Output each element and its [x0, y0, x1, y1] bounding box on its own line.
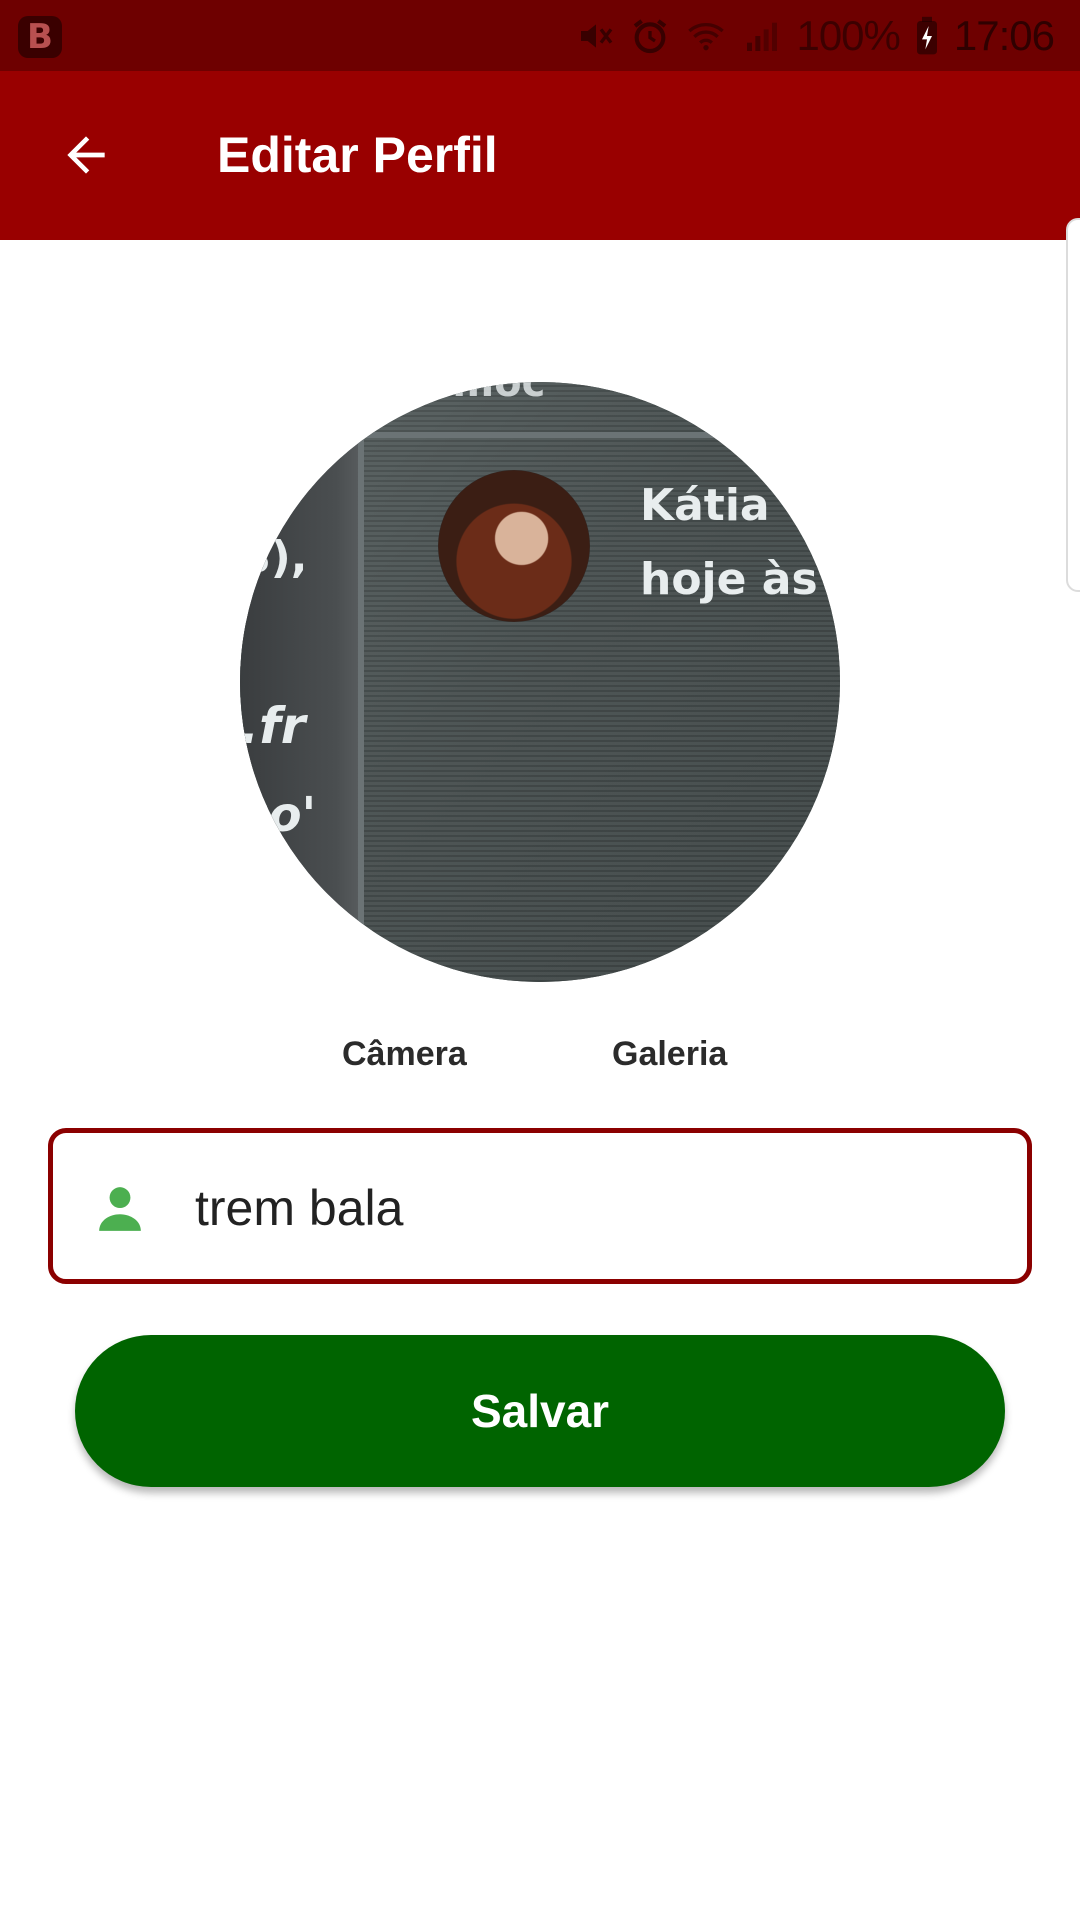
edit-profile-screen: B 100% 17:06 Editar Perfil n moc Kátia h… — [0, 0, 1080, 1920]
avatar-photo-left-pane — [240, 382, 360, 982]
avatar-photo-text-line2: hoje às — [640, 554, 818, 605]
edge-panel-handle[interactable] — [1066, 218, 1080, 592]
battery-charging-icon — [914, 16, 940, 56]
save-button[interactable]: Salvar — [75, 1335, 1005, 1487]
back-button[interactable] — [46, 115, 126, 195]
avatar-photo-text-line1: Kátia — [640, 480, 770, 531]
wifi-icon — [684, 16, 728, 56]
name-input[interactable]: trem bala — [48, 1128, 1032, 1284]
camera-button[interactable]: Câmera — [342, 1035, 467, 1074]
status-clock: 17:06 — [953, 12, 1055, 59]
save-button-label: Salvar — [470, 1385, 610, 1437]
alarm-icon — [630, 16, 670, 56]
app-badge-icon: B — [18, 16, 62, 58]
avatar-photo-text-left3: so' — [240, 787, 317, 843]
person-icon — [99, 1187, 141, 1231]
signal-icon — [742, 16, 782, 56]
status-bar: B 100% 17:06 — [0, 0, 1080, 71]
gallery-button[interactable]: Galeria — [612, 1035, 727, 1074]
page-title: Editar Perfil — [217, 127, 498, 183]
arrow-left-icon — [67, 136, 105, 174]
status-indicators: 100% 17:06 — [576, 12, 1055, 60]
name-input-value: trem bala — [195, 1180, 404, 1236]
app-bar: Editar Perfil — [0, 71, 1080, 240]
profile-avatar: n moc Kátia hoje às 8), .fr so' — [240, 382, 840, 982]
mute-icon — [576, 16, 616, 56]
avatar-photo-text-left1: 8), — [240, 532, 308, 583]
avatar-photo-text-left2: .fr — [240, 697, 306, 755]
avatar-photo-text-top: n moc — [410, 382, 546, 406]
battery-percent: 100% — [796, 12, 900, 59]
avatar-photo-portrait — [438, 470, 590, 622]
